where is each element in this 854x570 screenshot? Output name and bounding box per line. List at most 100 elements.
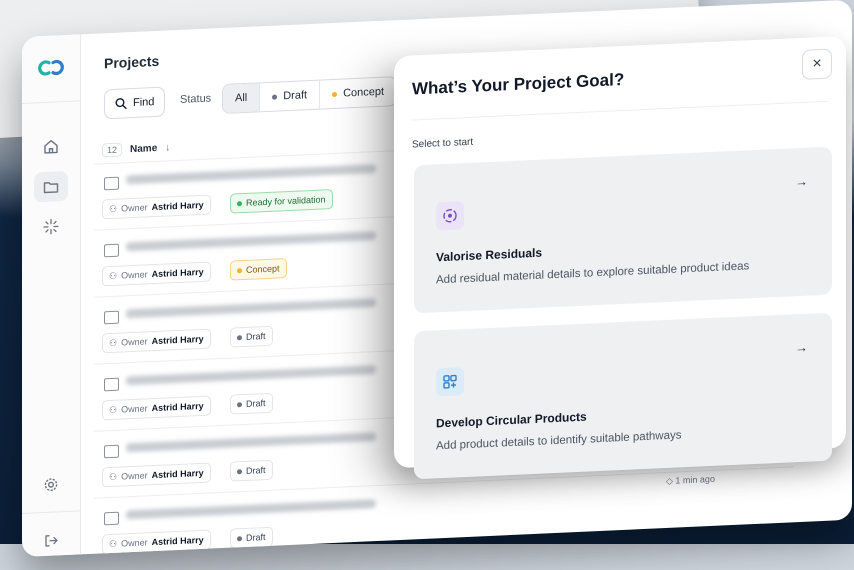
last-updated-text: 1 min ago xyxy=(675,473,715,486)
option-description: Add product details to identify suitable… xyxy=(436,429,682,453)
owner-chip: ⚇ Owner Astrid Harry xyxy=(102,261,211,287)
status-filter-label: Status xyxy=(180,92,212,106)
filter-concept[interactable]: Concept xyxy=(320,77,396,108)
owner-label: Owner xyxy=(121,202,148,214)
status-label: Draft xyxy=(246,398,266,409)
project-count-badge: 12 xyxy=(102,142,123,158)
filter-all[interactable]: All xyxy=(223,83,261,113)
logo-icon xyxy=(38,59,64,76)
status-dot-icon xyxy=(237,200,242,206)
owner-name: Astrid Harry xyxy=(151,400,204,414)
project-name-blurred xyxy=(126,432,376,453)
find-button[interactable]: Find xyxy=(104,86,166,120)
project-name-blurred xyxy=(126,499,376,520)
status-label: Draft xyxy=(246,331,266,342)
modal-divider xyxy=(412,100,828,121)
filter-draft[interactable]: Draft xyxy=(260,80,321,112)
app-window: Projects Find Status All Draft Concept 1… xyxy=(22,0,852,558)
sidebar-divider xyxy=(22,100,80,105)
last-updated-timestamp: ◇ 1 min ago xyxy=(666,473,715,487)
status-label: Ready for validation xyxy=(246,194,326,208)
logout-icon xyxy=(45,535,58,547)
project-name-blurred xyxy=(126,164,376,185)
filter-label: All xyxy=(235,91,248,105)
status-badge: Concept xyxy=(230,258,287,281)
owner-chip: ⚇ Owner Astrid Harry xyxy=(102,462,211,488)
settings-icon xyxy=(44,478,58,492)
owner-chip: ⚇ Owner Astrid Harry xyxy=(102,529,211,555)
folder-icon xyxy=(104,243,119,258)
owner-name: Astrid Harry xyxy=(151,333,204,347)
option-title: Develop Circular Products xyxy=(436,409,587,431)
sort-arrow-down-icon[interactable]: ↓ xyxy=(165,142,170,153)
status-dot-icon xyxy=(237,334,242,340)
home-icon xyxy=(44,140,58,154)
status-label: Draft xyxy=(246,532,266,543)
owner-chip: ⚇ Owner Astrid Harry xyxy=(102,395,211,421)
folder-icon xyxy=(104,444,119,459)
modal-title: What’s Your Project Goal? xyxy=(412,69,625,99)
concept-dot-icon xyxy=(332,91,338,97)
option-title: Valorise Residuals xyxy=(436,245,543,265)
sidebar xyxy=(22,34,81,558)
option-valorise-residuals[interactable]: → Valorise Residuals Add residual materi… xyxy=(414,146,832,314)
option-description: Add residual material details to explore… xyxy=(436,260,750,287)
arrow-right-icon: → xyxy=(795,339,808,356)
owner-name: Astrid Harry xyxy=(151,199,204,213)
owner-label: Owner xyxy=(121,470,148,482)
sidebar-item-projects[interactable] xyxy=(34,170,68,203)
status-badge: Draft xyxy=(230,526,273,549)
sparkle-icon xyxy=(43,219,59,235)
folder-icon xyxy=(43,182,59,194)
filter-label: Concept xyxy=(343,85,385,100)
owner-chip: ⚇ Owner Astrid Harry xyxy=(102,328,211,354)
owner-label: Owner xyxy=(121,537,148,549)
sidebar-item-settings[interactable] xyxy=(34,469,68,501)
name-column-header[interactable]: Name xyxy=(130,142,157,154)
status-dot-icon xyxy=(237,468,242,474)
option-develop-circular-products[interactable]: → Develop Circular Products Add product … xyxy=(414,312,832,480)
status-filter-group: All Draft Concept xyxy=(222,76,398,115)
project-name-blurred xyxy=(126,298,376,319)
user-icon: ⚇ xyxy=(109,337,118,348)
sidebar-item-logout[interactable] xyxy=(34,525,68,557)
owner-label: Owner xyxy=(121,403,148,415)
folder-icon xyxy=(104,310,119,325)
owner-name: Astrid Harry xyxy=(151,266,204,280)
search-icon xyxy=(115,98,127,110)
modal-subtitle: Select to start xyxy=(412,136,474,151)
status-dot-icon xyxy=(237,267,242,273)
status-dot-icon xyxy=(237,401,242,407)
close-button[interactable]: × xyxy=(802,48,832,80)
arrow-right-icon: → xyxy=(795,173,808,190)
folder-icon xyxy=(104,511,119,526)
project-name-blurred xyxy=(126,231,376,252)
sidebar-item-home[interactable] xyxy=(34,131,68,163)
status-badge: Draft xyxy=(230,392,273,415)
close-icon: × xyxy=(812,55,822,73)
owner-name: Astrid Harry xyxy=(151,467,204,481)
filter-label: Draft xyxy=(283,89,308,103)
page-title: Projects xyxy=(104,52,160,72)
status-label: Concept xyxy=(246,263,280,275)
find-label: Find xyxy=(133,96,155,110)
project-name-blurred xyxy=(126,365,376,386)
user-icon: ⚇ xyxy=(109,471,118,482)
grid-icon xyxy=(436,367,464,397)
owner-label: Owner xyxy=(121,336,148,348)
app-stage: Projects Find Status All Draft Concept 1… xyxy=(0,0,854,570)
folder-icon xyxy=(104,176,119,191)
draft-dot-icon xyxy=(272,94,278,100)
recycle-icon xyxy=(436,201,464,231)
user-icon: ⚇ xyxy=(109,203,118,214)
status-badge: Draft xyxy=(230,459,273,482)
user-icon: ⚇ xyxy=(109,404,118,415)
status-label: Draft xyxy=(246,465,266,476)
user-icon: ⚇ xyxy=(109,270,118,281)
sidebar-item-ideas[interactable] xyxy=(34,211,68,243)
status-badge: Ready for validation xyxy=(230,189,333,214)
sidebar-divider xyxy=(22,510,80,515)
status-badge: Draft xyxy=(230,325,273,348)
folder-icon xyxy=(104,377,119,392)
owner-label: Owner xyxy=(121,269,148,281)
